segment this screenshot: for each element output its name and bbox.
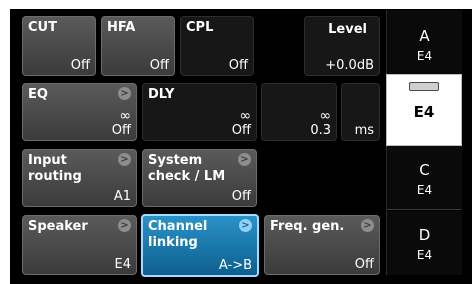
cpl-value: Off xyxy=(228,58,248,73)
channel-tab-c[interactable]: C E4 xyxy=(386,146,462,210)
dly-button[interactable]: DLY ∞ Off xyxy=(142,83,257,141)
cut-button[interactable]: CUT Off xyxy=(22,16,96,76)
cut-label: CUT xyxy=(28,20,57,35)
hfa-value: Off xyxy=(149,58,169,73)
level-value: +0.0dB xyxy=(325,58,374,73)
hfa-label: HFA xyxy=(107,20,136,35)
dly-label: DLY xyxy=(148,87,175,102)
channel-d-name: D xyxy=(418,226,431,244)
dly-value: Off xyxy=(231,123,251,138)
delay-infinity-symbol: ∞ xyxy=(319,108,331,124)
delay-unit-field[interactable]: ms xyxy=(341,83,380,141)
channel-a-name: A xyxy=(419,27,430,45)
hfa-button[interactable]: HFA Off xyxy=(101,16,175,76)
freq-gen-label: Freq. gen. xyxy=(270,219,345,234)
system-check-button[interactable]: System check / LM > Off xyxy=(142,149,257,207)
delay-unit: ms xyxy=(354,123,374,138)
chevron-right-icon: > xyxy=(118,219,131,232)
cpl-label: CPL xyxy=(186,20,214,35)
channel-c-name: C xyxy=(419,161,430,179)
channel-linking-label: Channel linking xyxy=(148,219,208,250)
channel-tab-a[interactable]: A E4 xyxy=(386,10,462,74)
channel-d-speaker: E4 xyxy=(416,248,433,262)
input-routing-label: Input routing xyxy=(28,153,82,184)
eq-label: EQ xyxy=(28,87,48,102)
system-check-label: System check / LM xyxy=(148,153,226,184)
input-routing-button[interactable]: Input routing > A1 xyxy=(22,149,137,207)
channel-linking-value: A->B xyxy=(218,258,252,273)
battery-indicator-icon xyxy=(409,82,439,91)
speaker-button[interactable]: Speaker > E4 xyxy=(22,215,137,275)
chevron-right-icon: > xyxy=(238,153,251,166)
chevron-right-icon: > xyxy=(118,153,131,166)
channel-c-speaker: E4 xyxy=(416,183,433,197)
delay-time-field[interactable]: ∞ 0.3 xyxy=(261,83,337,141)
chevron-right-icon: > xyxy=(118,87,131,100)
cut-value: Off xyxy=(70,58,90,73)
eq-value: Off xyxy=(111,123,131,138)
channel-a-speaker: E4 xyxy=(416,49,433,63)
dly-infinity-symbol: ∞ xyxy=(239,108,251,124)
input-routing-value: A1 xyxy=(113,189,131,204)
speaker-label: Speaker xyxy=(28,219,88,234)
freq-gen-button[interactable]: Freq. gen. > Off xyxy=(264,215,380,275)
channel-tab-b-selected[interactable]: E4 xyxy=(386,74,462,146)
system-check-value: Off xyxy=(231,189,251,204)
channel-tab-d[interactable]: D E4 xyxy=(386,211,462,275)
eq-infinity-symbol: ∞ xyxy=(119,108,131,124)
delay-time-value: 0.3 xyxy=(310,123,331,138)
chevron-right-icon: > xyxy=(361,219,374,232)
level-button[interactable]: Level +0.0dB xyxy=(304,16,380,76)
level-label: Level xyxy=(328,22,367,37)
freq-gen-value: Off xyxy=(354,257,374,272)
cpl-button[interactable]: CPL Off xyxy=(180,16,254,76)
chevron-right-icon: > xyxy=(239,219,252,232)
speaker-value: E4 xyxy=(114,257,132,272)
eq-button[interactable]: EQ > ∞ Off xyxy=(22,83,137,141)
channel-b-speaker: E4 xyxy=(413,103,435,121)
channel-linking-button[interactable]: Channel linking > A->B xyxy=(141,214,259,277)
